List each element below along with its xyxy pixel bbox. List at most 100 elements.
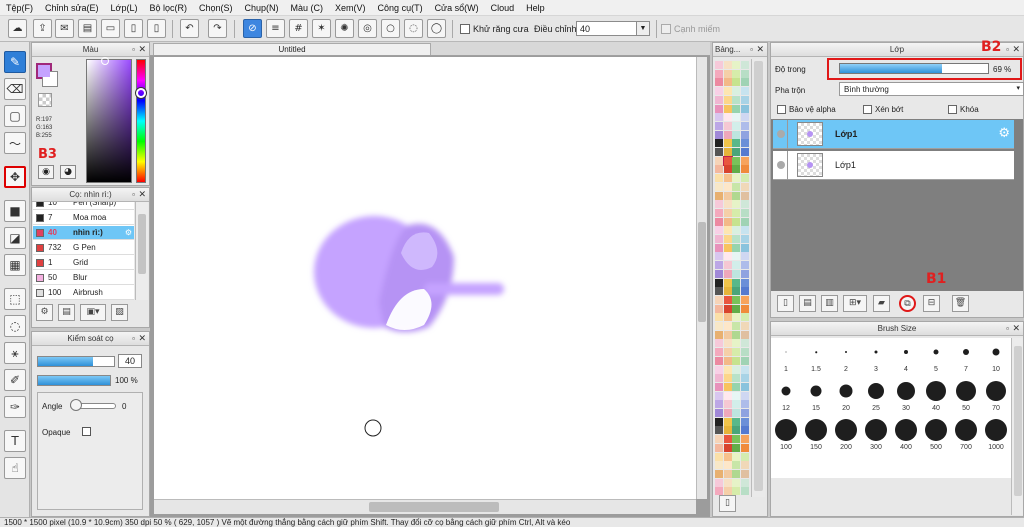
palette-swatch[interactable] <box>715 443 723 452</box>
palette-swatch[interactable] <box>740 261 749 270</box>
palette-swatch[interactable] <box>723 61 732 69</box>
palette-swatch[interactable] <box>732 182 740 191</box>
menu-capture[interactable]: Chụp(N) <box>239 3 285 13</box>
dock-icon[interactable]: ▫ <box>132 188 135 201</box>
brush-size-option[interactable]: 3 <box>861 338 891 374</box>
brush-list-item[interactable]: 732 G Pen <box>33 241 134 255</box>
palette-swatch[interactable] <box>723 443 732 452</box>
palette-swatch[interactable] <box>715 182 723 191</box>
visibility-icon[interactable] <box>777 161 785 169</box>
palette-swatch[interactable] <box>740 61 749 69</box>
palette-swatch[interactable] <box>715 409 723 417</box>
opaque-checkbox[interactable] <box>82 427 91 436</box>
menu-filter[interactable]: Bộ lọc(R) <box>143 3 193 13</box>
palette-swatch[interactable] <box>723 400 732 409</box>
palette-swatch[interactable] <box>715 87 723 96</box>
no-snap-icon[interactable]: ⊘ <box>243 19 262 38</box>
brush-size-option[interactable]: 2 <box>831 338 861 374</box>
snap-checkbox[interactable] <box>661 24 671 34</box>
palette-swatch[interactable] <box>723 313 732 322</box>
bucket-tool[interactable]: ◪ <box>4 227 26 249</box>
brush-new-icon[interactable]: ▤ <box>58 304 75 321</box>
palette-swatch[interactable] <box>740 452 749 461</box>
palette-swatch[interactable] <box>732 295 740 304</box>
select-pen-tool[interactable]: ✐ <box>4 369 26 391</box>
palette-swatch[interactable] <box>740 330 749 339</box>
lock-checkbox[interactable] <box>948 105 957 115</box>
palette-swatch[interactable] <box>723 304 732 313</box>
brush-list-item[interactable]: 10 Pen (Sharp) <box>33 202 134 210</box>
hue-cursor[interactable] <box>136 88 146 98</box>
palette-swatch[interactable] <box>732 252 740 261</box>
palette-swatch[interactable] <box>732 356 740 365</box>
palette-swatch[interactable] <box>715 382 723 391</box>
brush-list-item[interactable]: 40 nhìn rì:) ⚙ <box>33 226 134 240</box>
palette-swatch[interactable] <box>715 208 723 217</box>
ellipse-icon[interactable]: ◯ <box>427 19 446 38</box>
palette-swatch[interactable] <box>740 139 749 148</box>
vanishing-point-icon[interactable]: ✶ <box>312 19 331 38</box>
brush-size-option[interactable]: 500 <box>921 416 951 452</box>
menu-help[interactable]: Help <box>520 3 551 13</box>
palette-swatch[interactable] <box>740 121 749 130</box>
palette-swatch[interactable] <box>715 391 723 400</box>
select-eraser-tool[interactable]: ✑ <box>4 396 26 418</box>
palette-swatch[interactable] <box>715 330 723 339</box>
palette-swatch[interactable] <box>740 174 749 183</box>
palette-swatch[interactable] <box>740 426 749 435</box>
document-icon[interactable]: ▭ <box>101 19 120 38</box>
palette-swatch[interactable] <box>715 478 723 487</box>
palette-swatch[interactable] <box>722 155 733 166</box>
palette-swatch[interactable] <box>732 121 740 130</box>
palette-swatch[interactable] <box>740 95 749 104</box>
palette-swatch[interactable] <box>732 426 740 435</box>
sv-cursor[interactable] <box>101 57 109 65</box>
dock-icon[interactable]: ▫ <box>1006 322 1009 335</box>
palette-swatch[interactable] <box>732 200 740 209</box>
palette-swatch[interactable] <box>740 69 749 78</box>
palette-swatch[interactable] <box>740 287 749 296</box>
brush-size-option[interactable]: 400 <box>891 416 921 452</box>
text-tool[interactable]: T <box>4 430 26 452</box>
palette-swatch[interactable] <box>715 313 723 322</box>
correction-dropdown[interactable]: ▼ <box>636 21 650 36</box>
close-icon[interactable]: ✕ <box>1012 322 1020 335</box>
close-icon[interactable]: ✕ <box>138 332 146 345</box>
add-layer-menu-icon[interactable]: ⊞▾ <box>843 295 867 312</box>
blend-mode-dropdown[interactable]: Bình thường ▾ <box>839 82 1024 96</box>
palette-swatch[interactable] <box>723 252 732 261</box>
brush-list-item[interactable]: 1 Grid <box>33 256 134 270</box>
palette-swatch[interactable] <box>732 174 740 183</box>
palette-swatch[interactable] <box>715 278 723 287</box>
palette-swatch[interactable] <box>723 356 732 365</box>
palette-swatch[interactable] <box>715 435 723 444</box>
palette-swatch[interactable] <box>723 295 732 304</box>
brush-settings-icon[interactable]: ⚙ <box>36 304 53 321</box>
palette-swatch[interactable] <box>740 417 749 426</box>
palette-swatch[interactable] <box>740 295 749 304</box>
palette-swatch[interactable] <box>723 243 732 252</box>
palette-swatch[interactable] <box>732 217 740 226</box>
palette-swatch[interactable] <box>732 443 740 452</box>
brush-size-option[interactable]: 15 <box>801 377 831 413</box>
close-icon[interactable]: ✕ <box>138 188 146 201</box>
palette-swatch[interactable] <box>732 243 740 252</box>
palette-swatch[interactable] <box>723 148 732 156</box>
dock-icon[interactable]: ▫ <box>132 332 135 345</box>
new-file-icon[interactable]: ▯ <box>124 19 143 38</box>
palette-swatch[interactable] <box>723 391 732 400</box>
crosshatch-icon[interactable]: # <box>289 19 308 38</box>
layer-opacity-slider[interactable] <box>839 63 989 74</box>
palette-swatch[interactable] <box>723 182 732 191</box>
palette-swatch[interactable] <box>740 487 749 496</box>
palette-swatch[interactable] <box>723 409 732 417</box>
palette-swatch[interactable] <box>732 156 740 165</box>
palette-swatch[interactable] <box>723 139 732 148</box>
brush-size-option[interactable]: 40 <box>921 377 951 413</box>
palette-swatch[interactable] <box>715 217 723 226</box>
layer-name[interactable]: Lớp1 <box>835 129 857 139</box>
palette-swatch[interactable] <box>732 78 740 87</box>
palette-swatch[interactable] <box>715 104 723 113</box>
brush-list-scrollbar[interactable] <box>135 202 148 300</box>
palette-swatch[interactable] <box>715 295 723 304</box>
